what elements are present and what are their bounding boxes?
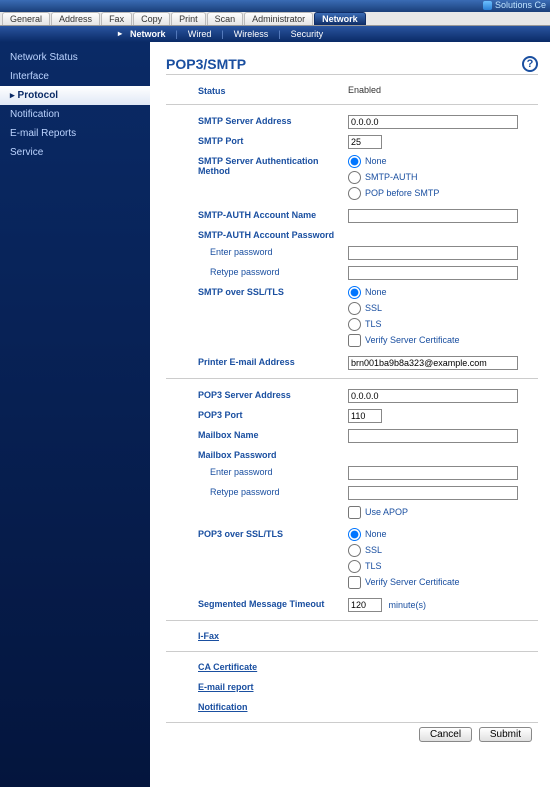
smtp-ssl-tls[interactable]: TLS — [348, 318, 538, 331]
tab-fax[interactable]: Fax — [101, 12, 132, 25]
smtp-retype-pw-input[interactable] — [348, 266, 518, 280]
solutions-link[interactable]: Solutions Ce — [483, 0, 546, 10]
smtp-acct-pw-label: SMTP-AUTH Account Password — [198, 229, 348, 240]
pop3-ssl-none[interactable]: None — [348, 528, 538, 541]
sidebar-notification[interactable]: Notification — [0, 105, 150, 124]
sidebar-network-status[interactable]: Network Status — [0, 48, 150, 67]
pop3-ssl-label: POP3 over SSL/TLS — [198, 528, 348, 539]
smtp-auth-smtpauth[interactable]: SMTP-AUTH — [348, 171, 538, 184]
tab-administrator[interactable]: Administrator — [244, 12, 313, 25]
sidebar: Network Status Interface Protocol Notifi… — [0, 42, 150, 787]
pop3-ssl-ssl[interactable]: SSL — [348, 544, 538, 557]
page-title: POP3/SMTP — [166, 56, 246, 72]
smtp-auth-none[interactable]: None — [348, 155, 538, 168]
sidebar-email-reports[interactable]: E-mail Reports — [0, 124, 150, 143]
pop3-ssl-tls[interactable]: TLS — [348, 560, 538, 573]
pop3-port-input[interactable] — [348, 409, 382, 423]
sidebar-service[interactable]: Service — [0, 143, 150, 162]
solutions-label: Solutions Ce — [495, 0, 546, 10]
smtp-acct-name-label: SMTP-AUTH Account Name — [198, 209, 348, 220]
printer-email-label: Printer E-mail Address — [198, 356, 348, 367]
solutions-icon — [483, 1, 492, 10]
smtp-server-input[interactable] — [348, 115, 518, 129]
submit-button[interactable]: Submit — [479, 727, 532, 742]
mailbox-pw-label: Mailbox Password — [198, 449, 348, 460]
mailbox-name-input[interactable] — [348, 429, 518, 443]
smtp-verify-cert[interactable]: Verify Server Certificate — [348, 334, 538, 347]
tab-copy[interactable]: Copy — [133, 12, 170, 25]
cancel-button[interactable]: Cancel — [419, 727, 472, 742]
tab-general[interactable]: General — [2, 12, 50, 25]
smtp-ssl-none[interactable]: None — [348, 286, 538, 299]
sub-nav: Network | Wired | Wireless | Security — [0, 26, 550, 42]
timeout-label: Segmented Message Timeout — [198, 598, 348, 609]
use-apop[interactable]: Use APOP — [348, 506, 538, 519]
smtp-auth-label: SMTP Server Authentication Method — [198, 155, 348, 176]
pop3-verify-cert[interactable]: Verify Server Certificate — [348, 576, 538, 589]
smtp-acct-name-input[interactable] — [348, 209, 518, 223]
mailbox-name-label: Mailbox Name — [198, 429, 348, 440]
smtp-port-label: SMTP Port — [198, 135, 348, 146]
smtp-server-label: SMTP Server Address — [198, 115, 348, 126]
help-icon[interactable]: ? — [522, 56, 538, 72]
main-tabs: General Address Fax Copy Print Scan Admi… — [0, 12, 550, 26]
tab-network[interactable]: Network — [314, 12, 366, 25]
timeout-input[interactable] — [348, 598, 382, 612]
content: POP3/SMTP ? Status Enabled SMTP Server A… — [150, 42, 550, 787]
status-label: Status — [198, 85, 348, 96]
pop3-port-label: POP3 Port — [198, 409, 348, 420]
pop3-enter-pw-label: Enter password — [198, 466, 348, 477]
pop3-retype-pw-label: Retype password — [198, 486, 348, 497]
printer-email-input[interactable] — [348, 356, 518, 370]
timeout-unit: minute(s) — [389, 600, 427, 610]
link-email-report[interactable]: E-mail report — [198, 682, 538, 692]
link-ca-cert[interactable]: CA Certificate — [198, 662, 538, 672]
smtp-port-input[interactable] — [348, 135, 382, 149]
tab-address[interactable]: Address — [51, 12, 100, 25]
smtp-ssl-ssl[interactable]: SSL — [348, 302, 538, 315]
pop3-server-label: POP3 Server Address — [198, 389, 348, 400]
smtp-enter-pw-input[interactable] — [348, 246, 518, 260]
tab-print[interactable]: Print — [171, 12, 206, 25]
smtp-enter-pw-label: Enter password — [198, 246, 348, 257]
smtp-auth-pop[interactable]: POP before SMTP — [348, 187, 538, 200]
status-value: Enabled — [348, 85, 538, 95]
pop3-retype-pw-input[interactable] — [348, 486, 518, 500]
pop3-enter-pw-input[interactable] — [348, 466, 518, 480]
pop3-server-input[interactable] — [348, 389, 518, 403]
link-ifax[interactable]: I-Fax — [198, 631, 538, 641]
subnav-wired[interactable]: Wired — [178, 29, 222, 39]
subnav-wireless[interactable]: Wireless — [224, 29, 279, 39]
smtp-ssl-label: SMTP over SSL/TLS — [198, 286, 348, 297]
sidebar-interface[interactable]: Interface — [0, 67, 150, 86]
subnav-network[interactable]: Network — [120, 29, 176, 39]
tab-scan[interactable]: Scan — [207, 12, 244, 25]
link-notification[interactable]: Notification — [198, 702, 538, 712]
subnav-security[interactable]: Security — [281, 29, 334, 39]
sidebar-protocol[interactable]: Protocol — [0, 86, 150, 105]
smtp-retype-pw-label: Retype password — [198, 266, 348, 277]
